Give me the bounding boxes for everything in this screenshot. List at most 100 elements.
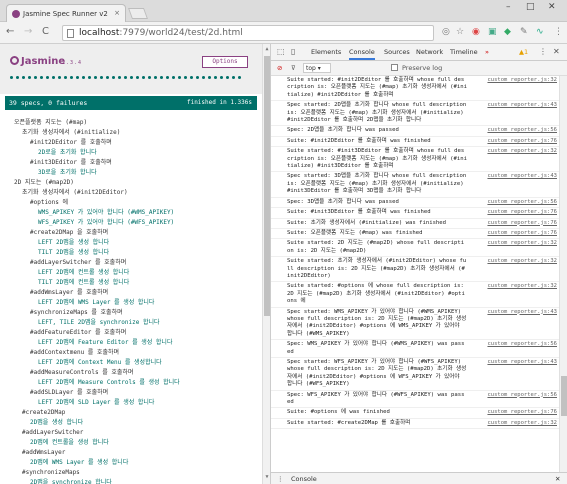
spec-passed-dot[interactable] bbox=[64, 76, 67, 79]
device-mode-icon[interactable]: ▯ bbox=[291, 47, 295, 56]
suite-link[interactable]: #addWmsLayer bbox=[14, 448, 258, 458]
spec-passed-dot[interactable] bbox=[160, 76, 163, 79]
page-scrollbar[interactable]: ▲ ▼ bbox=[262, 44, 270, 484]
reload-icon[interactable]: C bbox=[42, 26, 49, 37]
source-link[interactable]: custom_reporter.js:76 bbox=[487, 219, 557, 227]
spec-link[interactable]: LEFT 2D맵에 Feature Editor 를 생성 합니다 bbox=[14, 338, 258, 348]
source-link[interactable]: custom_reporter.js:32 bbox=[487, 148, 557, 156]
extension-icon[interactable]: ◉ bbox=[472, 27, 480, 37]
spec-passed-dot[interactable] bbox=[70, 76, 73, 79]
options-button[interactable]: Options bbox=[202, 56, 248, 68]
source-link[interactable]: custom_reporter.js:32 bbox=[487, 258, 557, 266]
spec-passed-dot[interactable] bbox=[172, 76, 175, 79]
extension-icon[interactable]: ✎ bbox=[520, 27, 528, 37]
spec-passed-dot[interactable] bbox=[148, 76, 151, 79]
inspect-icon[interactable]: ⬚ bbox=[277, 47, 285, 56]
tab-close-icon[interactable]: × bbox=[114, 9, 120, 17]
spec-link[interactable]: 3D로을 초기화 합니다 bbox=[14, 168, 258, 178]
suite-link[interactable]: 오픈플랫폼 지도는 (#map) bbox=[14, 118, 258, 128]
suite-link[interactable]: #addLayerSwitcher bbox=[14, 428, 258, 438]
spec-link[interactable]: LEFT 2D맵에 SLD Layer 를 생성 합니다 bbox=[14, 398, 258, 408]
source-link[interactable]: custom_reporter.js:76 bbox=[487, 209, 557, 217]
source-link[interactable]: custom_reporter.js:32 bbox=[487, 419, 557, 428]
suite-link[interactable]: #create2DMap bbox=[14, 408, 258, 418]
source-link[interactable]: custom_reporter.js:56 bbox=[487, 127, 557, 135]
spec-link[interactable]: WFS_APIKEY 가 있어야 합니다 (#WFS_APIKEY) bbox=[14, 218, 258, 228]
url-input[interactable]: localhost:7979/world24/test/2d.html bbox=[62, 25, 434, 41]
spec-passed-dot[interactable] bbox=[232, 76, 235, 79]
extension-icon[interactable]: ∿ bbox=[536, 27, 544, 37]
suite-link[interactable]: #init3DEditor 를 호출하며 bbox=[14, 158, 258, 168]
star-icon[interactable]: ☆ bbox=[456, 27, 464, 37]
spec-passed-dot[interactable] bbox=[142, 76, 145, 79]
spec-link[interactable]: WMS_APIKEY 가 있어야 합니다 (#WMS_APIKEY) bbox=[14, 208, 258, 218]
menu-icon[interactable]: ⋮ bbox=[554, 27, 563, 37]
spec-passed-dot[interactable] bbox=[214, 76, 217, 79]
spec-passed-dot[interactable] bbox=[226, 76, 229, 79]
extension-icon[interactable]: ◆ bbox=[504, 27, 511, 37]
spec-passed-dot[interactable] bbox=[46, 76, 49, 79]
tab-timeline[interactable]: Timeline bbox=[450, 48, 478, 56]
summary-text[interactable]: 39 specs, 0 failures bbox=[9, 99, 87, 107]
spec-link[interactable]: 2D로을 초기화 합니다 bbox=[14, 148, 258, 158]
spec-passed-dot[interactable] bbox=[34, 76, 37, 79]
source-link[interactable]: custom_reporter.js:56 bbox=[487, 198, 557, 207]
context-select[interactable]: top ▾ bbox=[303, 63, 331, 73]
spec-passed-dot[interactable] bbox=[202, 76, 205, 79]
suite-link[interactable]: #options 에 bbox=[14, 198, 258, 208]
source-link[interactable]: custom_reporter.js:32 bbox=[487, 283, 557, 291]
suite-link[interactable]: #synchronizeMaps 를 호출하며 bbox=[14, 308, 258, 318]
spec-passed-dot[interactable] bbox=[94, 76, 97, 79]
source-link[interactable]: custom_reporter.js:56 bbox=[487, 391, 557, 400]
source-link[interactable]: custom_reporter.js:56 bbox=[487, 341, 557, 349]
spec-link[interactable]: LEFT 2D맵에 Measure Controls 를 생성 합니다 bbox=[14, 378, 258, 388]
extension-icon[interactable]: ◎ bbox=[442, 27, 450, 37]
spec-passed-dot[interactable] bbox=[112, 76, 115, 79]
source-link[interactable]: custom_reporter.js:43 bbox=[487, 308, 557, 316]
spec-passed-dot[interactable] bbox=[130, 76, 133, 79]
spec-link[interactable]: LEFT 2D맵에 컨트롤 생성 합니다 bbox=[14, 268, 258, 278]
spec-passed-dot[interactable] bbox=[190, 76, 193, 79]
spec-passed-dot[interactable] bbox=[28, 76, 31, 79]
suite-link[interactable]: 초기화 생성자에서 (#initialize) bbox=[14, 128, 258, 138]
suite-link[interactable]: #addMeasureControls 를 호출하며 bbox=[14, 368, 258, 378]
source-link[interactable]: custom_reporter.js:76 bbox=[487, 409, 557, 417]
extension-icon[interactable]: ▣ bbox=[488, 27, 497, 37]
spec-passed-dot[interactable] bbox=[100, 76, 103, 79]
suite-link[interactable]: #addContextmenu 를 호출하며 bbox=[14, 348, 258, 358]
console-scrollbar-thumb[interactable] bbox=[561, 376, 567, 416]
tab-elements[interactable]: Elements bbox=[311, 48, 341, 56]
source-link[interactable]: custom_reporter.js:76 bbox=[487, 229, 557, 238]
spec-passed-dot[interactable] bbox=[178, 76, 181, 79]
spec-link[interactable]: TILT 2D맵을 생성 합니다 bbox=[14, 248, 258, 258]
spec-passed-dot[interactable] bbox=[88, 76, 91, 79]
spec-passed-dot[interactable] bbox=[76, 76, 79, 79]
spec-passed-dot[interactable] bbox=[136, 76, 139, 79]
devtools-menu-icon[interactable]: ⋮ bbox=[539, 47, 547, 56]
tab-network[interactable]: Network bbox=[416, 48, 443, 56]
spec-passed-dot[interactable] bbox=[82, 76, 85, 79]
source-link[interactable]: custom_reporter.js:32 bbox=[487, 240, 557, 248]
more-tabs-icon[interactable]: » bbox=[485, 48, 489, 56]
tab-sources[interactable]: Sources bbox=[384, 48, 410, 56]
filter-icon[interactable]: ⊽ bbox=[291, 64, 296, 72]
source-link[interactable]: custom_reporter.js:43 bbox=[487, 173, 557, 181]
source-link[interactable]: custom_reporter.js:43 bbox=[487, 102, 557, 110]
browser-tab[interactable]: Jasmine Spec Runner v2 × bbox=[6, 4, 126, 22]
forward-icon[interactable]: → bbox=[24, 26, 32, 37]
spec-passed-dot[interactable] bbox=[10, 76, 13, 79]
suite-link[interactable]: #create2DMap 을 호출하며 bbox=[14, 228, 258, 238]
spec-passed-dot[interactable] bbox=[58, 76, 61, 79]
spec-passed-dot[interactable] bbox=[196, 76, 199, 79]
spec-passed-dot[interactable] bbox=[208, 76, 211, 79]
spec-link[interactable]: TILT 2D맵에 컨트롤 생성 합니다 bbox=[14, 278, 258, 288]
drawer-menu-icon[interactable]: ⋮ bbox=[277, 475, 284, 483]
spec-passed-dot[interactable] bbox=[166, 76, 169, 79]
spec-passed-dot[interactable] bbox=[22, 76, 25, 79]
spec-link[interactable]: LEFT 2D맵에 Context Menu 를 생성합니다 bbox=[14, 358, 258, 368]
minimize-icon[interactable]: – bbox=[506, 2, 511, 12]
back-icon[interactable]: ← bbox=[6, 26, 14, 37]
source-link[interactable]: custom_reporter.js:32 bbox=[487, 77, 557, 85]
tab-console[interactable]: Console bbox=[349, 48, 375, 60]
source-link[interactable]: custom_reporter.js:43 bbox=[487, 359, 557, 367]
